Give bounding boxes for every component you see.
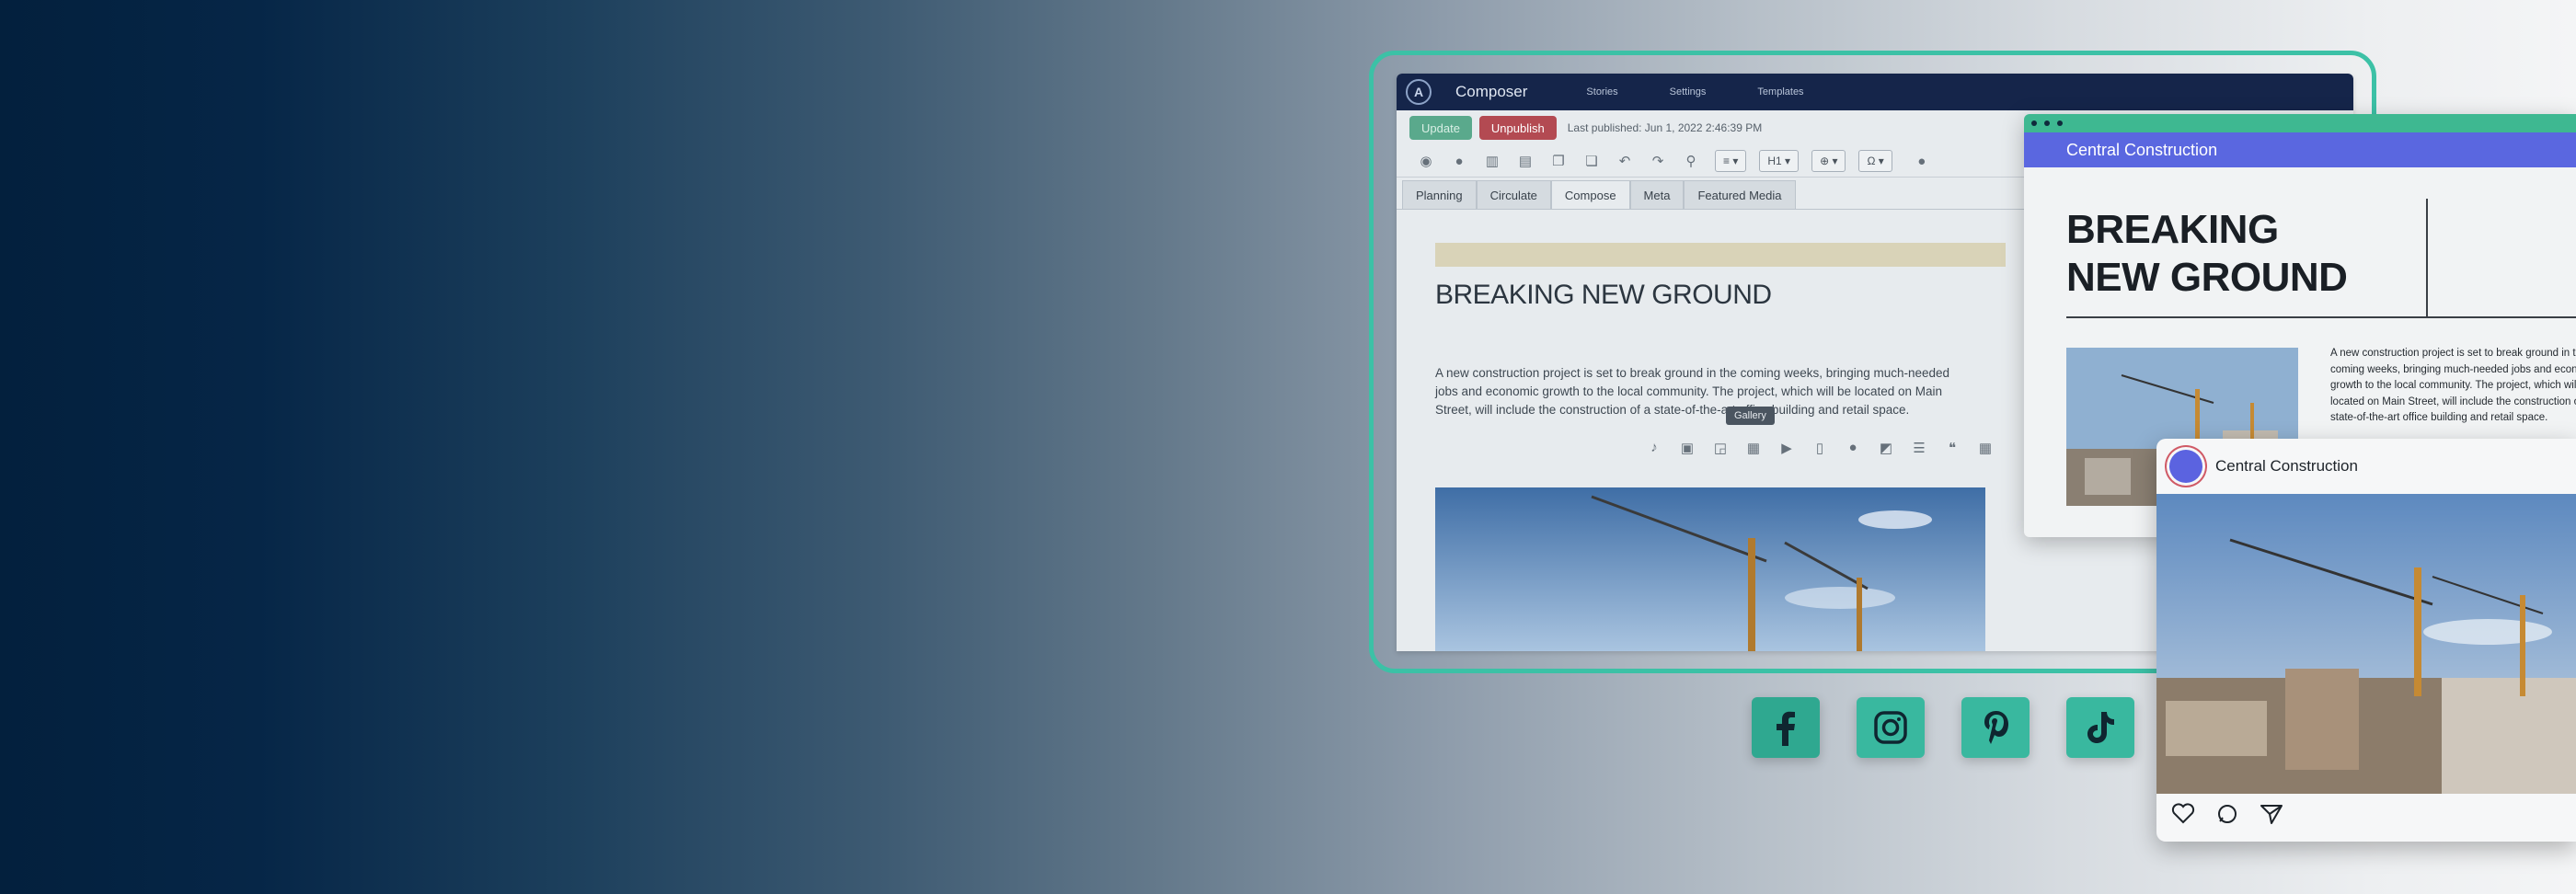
video-icon[interactable]: ▶	[1777, 440, 1796, 456]
post-photo[interactable]	[2156, 494, 2576, 794]
app-title: Composer	[1455, 83, 1528, 100]
undo-icon[interactable]: ↶	[1616, 153, 1634, 169]
table-icon[interactable]: ▦	[1976, 440, 1995, 456]
paragraph-line: jobs and economic growth to the local co…	[1435, 384, 1943, 398]
globe-icon[interactable]: ●	[1450, 154, 1468, 169]
social-icons-row	[1752, 697, 2171, 758]
tab-featured-media[interactable]: Featured Media	[1684, 180, 1796, 209]
unpublish-button[interactable]: Unpublish	[1478, 116, 1557, 140]
article-paragraph[interactable]: A new construction project is set to bre…	[1435, 364, 2006, 419]
preview-body: A new construction project is set to bre…	[2330, 346, 2576, 427]
post-actions	[2171, 803, 2304, 830]
nav-settings[interactable]: Settings	[1670, 86, 1707, 97]
print-icon[interactable]: ▤	[1516, 153, 1535, 169]
tiktok-icon[interactable]	[2066, 697, 2134, 758]
comment-toolbar-icon[interactable]: ●	[1913, 154, 1931, 169]
paste-icon[interactable]: ❏	[1582, 153, 1601, 169]
omega-icon: Ω ▾	[1867, 155, 1884, 167]
insert-dropdown[interactable]: ⊕ ▾	[1811, 150, 1846, 172]
pinterest-icon[interactable]	[1961, 697, 2030, 758]
tab-circulate[interactable]: Circulate	[1476, 180, 1551, 209]
heading-dropdown[interactable]: H1 ▾	[1759, 150, 1800, 172]
binoculars-icon[interactable]: ⚲	[1682, 153, 1700, 169]
copy-icon[interactable]: ❐	[1549, 153, 1568, 169]
article-photo[interactable]	[1435, 487, 1985, 651]
article-headline[interactable]: BREAKING NEW GROUND	[1435, 280, 1772, 311]
plus-circle-icon: ⊕ ▾	[1820, 155, 1838, 167]
preview-title-line: NEW GROUND	[2066, 255, 2348, 300]
preview-body-line: located on Main Street, will include the…	[2330, 395, 2576, 407]
microphone-icon[interactable]: ♪	[1645, 440, 1663, 456]
gallery-icon[interactable]: ▦	[1744, 440, 1763, 456]
tab-compose[interactable]: Compose	[1550, 180, 1630, 209]
tab-meta[interactable]: Meta	[1629, 180, 1685, 209]
tab-planning[interactable]: Planning	[1402, 180, 1477, 209]
preview-body-line: growth to the local community. The proje…	[2330, 380, 2576, 391]
kicker-banner[interactable]	[1435, 243, 2006, 267]
paragraph-line: A new construction project is set to bre…	[1435, 366, 1950, 380]
post-header: Central Construction	[2156, 439, 2576, 494]
top-navbar: A Composer Stories Settings Templates	[1397, 74, 2353, 110]
eye-icon[interactable]: ◉	[1417, 153, 1435, 169]
avatar[interactable]	[2169, 450, 2202, 483]
chat-icon[interactable]: ●	[1844, 440, 1862, 456]
align-icon: ≡ ▾	[1723, 155, 1739, 167]
special-char-dropdown[interactable]: Ω ▾	[1858, 150, 1892, 172]
preview-body-line: state-of-the-art office building and ret…	[2330, 412, 2548, 423]
trash-icon[interactable]: ▥	[1483, 153, 1501, 169]
quote-icon[interactable]: ❝	[1943, 440, 1961, 456]
comment-icon[interactable]	[2215, 803, 2239, 830]
chart-icon[interactable]: ◲	[1711, 440, 1730, 456]
app-logo[interactable]: A	[1406, 79, 1432, 105]
preview-body-line: coming weeks, bringing much-needed jobs …	[2330, 363, 2576, 375]
list-icon[interactable]: ☰	[1910, 440, 1928, 456]
preview-body-line: A new construction project is set to bre…	[2330, 348, 2576, 359]
external-link-icon[interactable]: ◩	[1877, 440, 1895, 456]
insert-toolbar: ♪ ▣ ◲ ▦ ▶ ▯ ● ◩ ☰ ❝ ▦	[1645, 440, 2009, 456]
redo-icon[interactable]: ↷	[1649, 153, 1667, 169]
social-post-card: Central Construction	[2156, 439, 2576, 842]
browser-chrome	[2024, 114, 2576, 132]
image-icon[interactable]: ▣	[1678, 440, 1696, 456]
update-button[interactable]: Update	[1409, 116, 1472, 140]
send-icon[interactable]	[2260, 803, 2283, 830]
facebook-icon[interactable]	[1752, 697, 1820, 758]
preview-title-line: BREAKING	[2066, 207, 2279, 252]
align-dropdown[interactable]: ≡ ▾	[1715, 150, 1747, 172]
site-name[interactable]: Central Construction	[2066, 141, 2217, 160]
last-published-text: Last published: Jun 1, 2022 2:46:39 PM	[1567, 121, 1763, 134]
nav-templates[interactable]: Templates	[1757, 86, 1803, 97]
divider	[2066, 316, 2576, 318]
nav-stories[interactable]: Stories	[1586, 86, 1617, 97]
preview-title: BREAKING NEW GROUND	[2066, 206, 2348, 302]
divider	[2426, 199, 2428, 318]
account-name[interactable]: Central Construction	[2215, 457, 2358, 476]
instagram-icon[interactable]	[1857, 697, 1925, 758]
window-dot	[2057, 120, 2063, 126]
window-dot	[2044, 120, 2050, 126]
paragraph-line: Street, will include the construction of…	[1435, 403, 1910, 417]
window-dot	[2031, 120, 2037, 126]
document-icon[interactable]: ▯	[1811, 440, 1829, 456]
heart-icon[interactable]	[2171, 803, 2195, 830]
site-header: Central Construction	[2024, 132, 2576, 167]
gallery-tooltip: Gallery	[1726, 407, 1775, 425]
